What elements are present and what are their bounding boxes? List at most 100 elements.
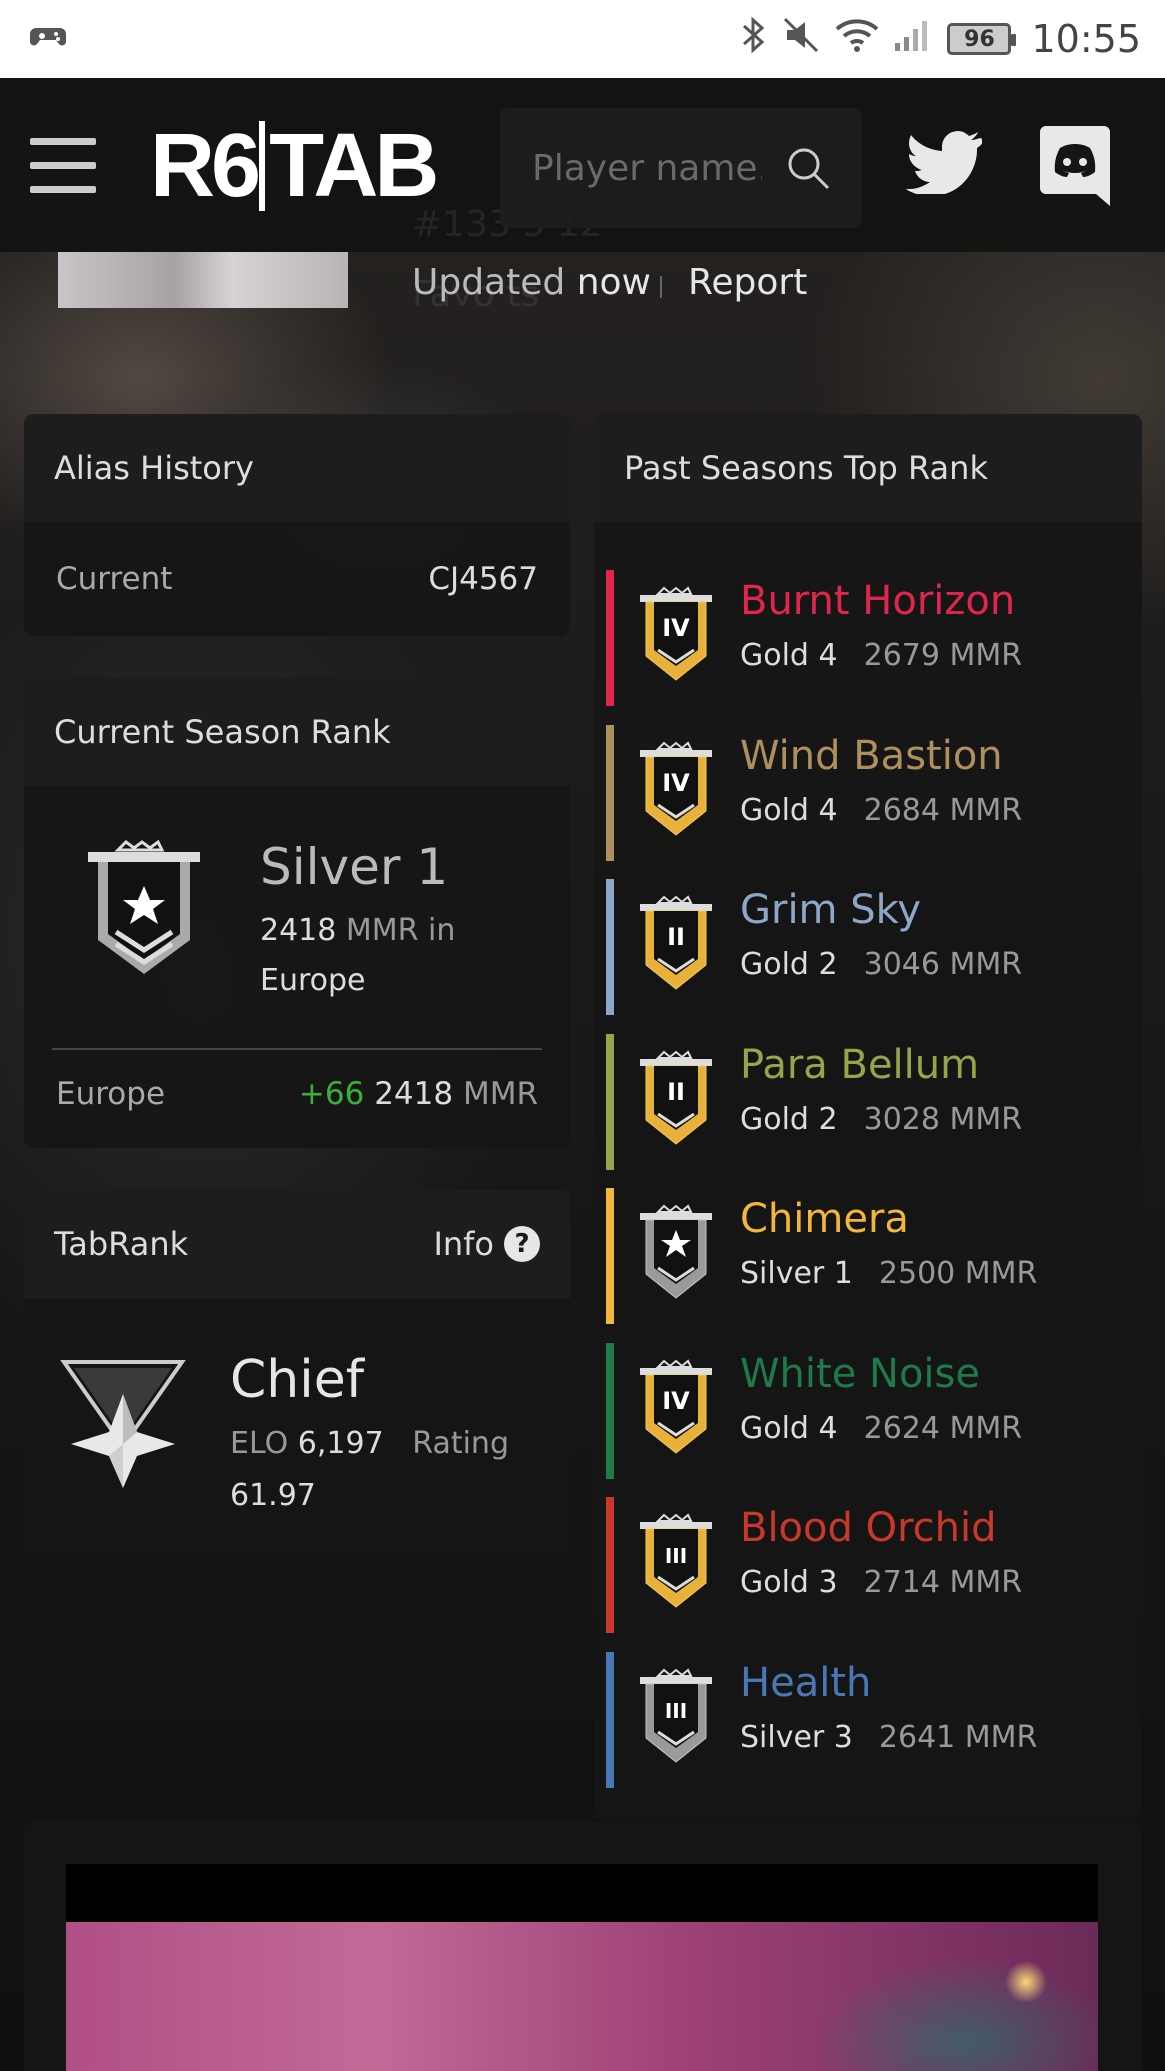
tabrank-card: TabRank Info ? Chief ELO 6,197 Rating 61… [24,1190,570,1556]
menu-icon[interactable] [30,138,96,194]
svg-text:III: III [665,1544,687,1568]
mmr-gain: +66 [298,1076,365,1112]
search-icon[interactable] [786,146,830,194]
season-rank: Gold 2 [740,1101,838,1137]
region-label: Europe [56,1076,166,1112]
gold-rank-icon: IV [638,584,714,688]
season-name: Chimera [740,1196,909,1242]
signal-icon [893,17,933,62]
season-color-stripe [606,1342,614,1479]
divider [52,1048,542,1050]
updated-status: Updated now [412,262,651,303]
svg-text:IV: IV [662,614,690,642]
search-box[interactable] [500,108,862,228]
card-title: TabRank [54,1225,189,1263]
region-mmr: +66 2418 MMR [298,1076,538,1112]
past-season-item[interactable]: III Health Silver 3 2641 MMR [594,1651,1142,1788]
season-name: White Noise [740,1350,980,1397]
season-color-stripe [606,570,614,706]
search-input[interactable] [532,147,762,189]
video-thumbnail [66,1922,1098,2071]
season-rank: Gold 4 [740,638,838,673]
season-name: Burnt Horizon [740,578,1016,624]
season-rank-info: Gold 4 2684 MMR [740,793,1022,828]
bluetooth-icon [741,15,767,64]
season-rank-info: Gold 4 2679 MMR [740,638,1022,673]
season-mmr: 3028 MMR [863,1101,1023,1137]
season-name: Para Bellum [740,1041,980,1088]
alias-row: Current CJ4567 [24,522,570,636]
season-rank-info: Silver 1 2500 MMR [740,1256,1037,1291]
past-season-item[interactable]: II Grim Sky Gold 2 3046 MMR [594,879,1142,1015]
svg-text:IV: IV [662,1387,690,1415]
card-title: Alias History [24,414,570,522]
discord-icon[interactable] [1040,126,1110,206]
past-season-item[interactable]: III Blood Orchid Gold 3 2714 MMR [594,1497,1142,1633]
svg-text:IV: IV [662,769,690,797]
season-color-stripe [606,724,614,861]
alias-value: CJ4567 [428,561,538,597]
season-color-stripe [606,1033,614,1170]
video-player[interactable] [66,1864,1098,2071]
gold-rank-icon: III [638,1511,714,1615]
svg-text:III: III [665,1699,687,1723]
season-mmr: 2641 MMR [878,1719,1038,1755]
season-rank: Gold 4 [740,1410,838,1446]
season-name: Health [740,1659,872,1706]
clock: 10:55 [1031,17,1141,61]
season-color-stripe [606,1651,614,1788]
season-rank: Silver 3 [740,1719,853,1755]
season-rank: Silver 1 [740,1256,853,1291]
season-mmr: 3046 MMR [863,947,1023,982]
silver-rank-icon [86,836,202,980]
season-name: Grim Sky [740,887,922,933]
wifi-icon [835,17,879,62]
season-mmr: 2624 MMR [863,1410,1023,1446]
status-bar: 96 10:55 [0,0,1165,78]
current-mmr: 2418 MMR in Europe [260,913,456,998]
past-season-item[interactable]: Chimera Silver 1 2500 MMR [594,1188,1142,1324]
battery-indicator: 96 [947,23,1017,55]
past-season-item[interactable]: II Para Bellum Gold 2 3028 MMR [594,1033,1142,1170]
game-controller-icon [30,22,66,56]
season-rank-info: Gold 3 2714 MMR [740,1565,1022,1600]
season-rank-info: Gold 4 2624 MMR [740,1411,1022,1446]
card-title: Past Seasons Top Rank [594,414,1142,522]
season-rank-info: Gold 2 3028 MMR [740,1102,1022,1137]
silver-rank-icon [638,1202,714,1306]
past-season-item[interactable]: IV Wind Bastion Gold 4 2684 MMR [594,724,1142,861]
gold-rank-icon: II [638,893,714,997]
season-mmr: 2679 MMR [863,638,1023,673]
tabrank-name: Chief [230,1350,365,1410]
past-season-item[interactable]: IV Burnt Horizon Gold 4 2679 MMR [594,570,1142,706]
silver-rank-icon: III [638,1666,714,1770]
svg-text:II: II [667,1078,685,1106]
current-rank: Silver 1 [260,838,449,896]
chief-emblem-icon [60,1358,186,1492]
season-name: Blood Orchid [740,1505,997,1551]
season-color-stripe [606,1497,614,1633]
season-rank-info: Silver 3 2641 MMR [740,1720,1037,1755]
gold-rank-icon: IV [638,739,714,843]
profile-banner-image [58,252,348,308]
season-mmr: 2684 MMR [863,792,1023,828]
season-name: Wind Bastion [740,732,1003,779]
past-season-item[interactable]: IV White Noise Gold 4 2624 MMR [594,1342,1142,1479]
svg-text:II: II [667,923,685,951]
card-header: TabRank Info ? [24,1190,570,1298]
twitter-icon[interactable] [906,130,985,198]
season-rank: Gold 4 [740,792,838,828]
site-logo[interactable]: R6 TAB [150,118,439,214]
season-rank-info: Gold 2 3046 MMR [740,947,1022,982]
season-rank: Gold 3 [740,1565,838,1600]
report-link[interactable]: Report [688,262,807,303]
season-color-stripe [606,1188,614,1324]
help-icon[interactable]: ? [504,1226,540,1262]
info-button[interactable]: Info ? [433,1225,540,1263]
alias-label: Current [56,561,173,597]
card-title: Current Season Rank [24,678,570,786]
past-seasons-card: Past Seasons Top Rank IV Burnt Horizon Gol… [594,414,1142,1820]
season-mmr: 2500 MMR [878,1256,1038,1291]
gold-rank-icon: IV [638,1357,714,1461]
gold-rank-icon: II [638,1048,714,1152]
